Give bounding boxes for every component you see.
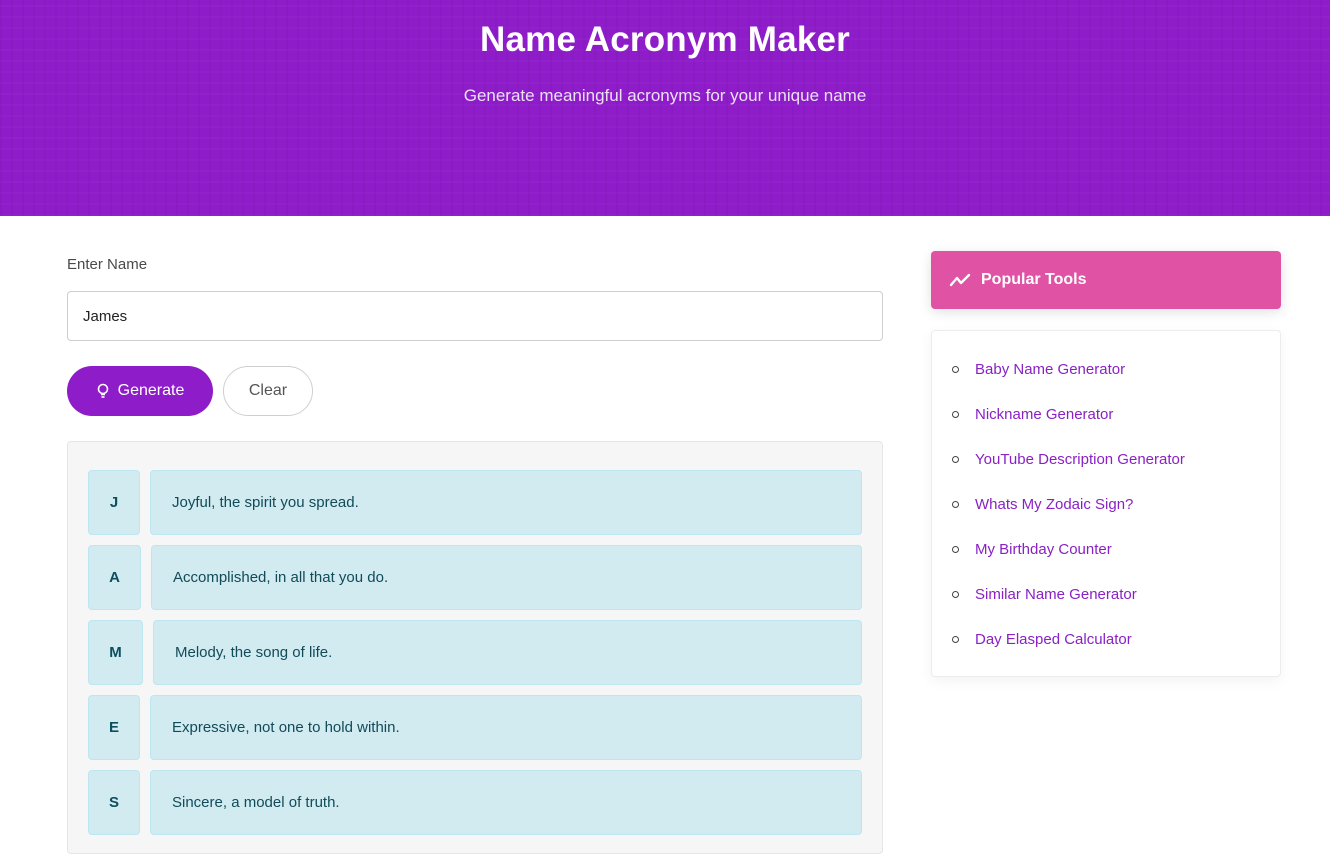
tool-item: Day Elasped Calculator: [952, 629, 1132, 649]
tool-item: Whats My Zodaic Sign?: [952, 494, 1133, 514]
tool-link-youtube-description-generator[interactable]: YouTube Description Generator: [975, 451, 1185, 468]
name-input[interactable]: [67, 291, 883, 341]
popular-tools-list: Baby Name Generator Nickname Generator Y…: [931, 330, 1281, 677]
acronym-row: S Sincere, a model of truth.: [88, 770, 862, 835]
popular-tools-header: Popular Tools: [931, 251, 1281, 309]
acronym-meaning: Accomplished, in all that you do.: [151, 545, 862, 610]
bullet-icon: [952, 635, 959, 643]
tool-item: Similar Name Generator: [952, 584, 1137, 604]
tool-item: Baby Name Generator: [952, 359, 1125, 379]
tool-link-zodiac-sign[interactable]: Whats My Zodaic Sign?: [975, 496, 1133, 513]
tool-link-baby-name-generator[interactable]: Baby Name Generator: [975, 361, 1125, 378]
trending-line-icon: [949, 273, 971, 287]
lightbulb-icon: [97, 383, 108, 398]
acronym-row: A Accomplished, in all that you do.: [88, 545, 862, 610]
acronym-letter: M: [88, 620, 143, 685]
clear-button[interactable]: Clear: [223, 366, 313, 416]
popular-tools-title: Popular Tools: [981, 271, 1087, 288]
generate-button[interactable]: Generate: [67, 366, 213, 416]
generate-label: Generate: [117, 382, 185, 399]
bullet-icon: [952, 545, 959, 553]
page-title: Name Acronym Maker: [480, 20, 850, 59]
acronym-meaning: Melody, the song of life.: [153, 620, 862, 685]
acronym-meaning: Joyful, the spirit you spread.: [150, 470, 862, 535]
acronym-letter: J: [88, 470, 140, 535]
name-field-label: Enter Name: [67, 256, 148, 273]
tool-link-day-elapsed-calculator[interactable]: Day Elasped Calculator: [975, 631, 1132, 648]
bullet-icon: [952, 590, 959, 598]
bullet-icon: [952, 365, 959, 373]
page-header: Name Acronym Maker Generate meaningful a…: [0, 0, 1330, 216]
bullet-icon: [952, 410, 959, 418]
acronym-results: J Joyful, the spirit you spread. A Accom…: [67, 441, 883, 854]
acronym-meaning: Expressive, not one to hold within.: [150, 695, 862, 760]
tool-link-birthday-counter[interactable]: My Birthday Counter: [975, 541, 1112, 558]
acronym-meaning: Sincere, a model of truth.: [150, 770, 862, 835]
tool-link-nickname-generator[interactable]: Nickname Generator: [975, 406, 1113, 423]
tool-link-similar-name-generator[interactable]: Similar Name Generator: [975, 586, 1137, 603]
acronym-row: J Joyful, the spirit you spread.: [88, 470, 862, 535]
acronym-row: M Melody, the song of life.: [88, 620, 862, 685]
acronym-letter: E: [88, 695, 140, 760]
tool-item: Nickname Generator: [952, 404, 1113, 424]
tool-item: YouTube Description Generator: [952, 449, 1185, 469]
bullet-icon: [952, 455, 959, 463]
bullet-icon: [952, 500, 959, 508]
acronym-letter: A: [88, 545, 141, 610]
acronym-letter: S: [88, 770, 140, 835]
acronym-row: E Expressive, not one to hold within.: [88, 695, 862, 760]
tool-item: My Birthday Counter: [952, 539, 1112, 559]
page-subtitle: Generate meaningful acronyms for your un…: [463, 86, 867, 105]
